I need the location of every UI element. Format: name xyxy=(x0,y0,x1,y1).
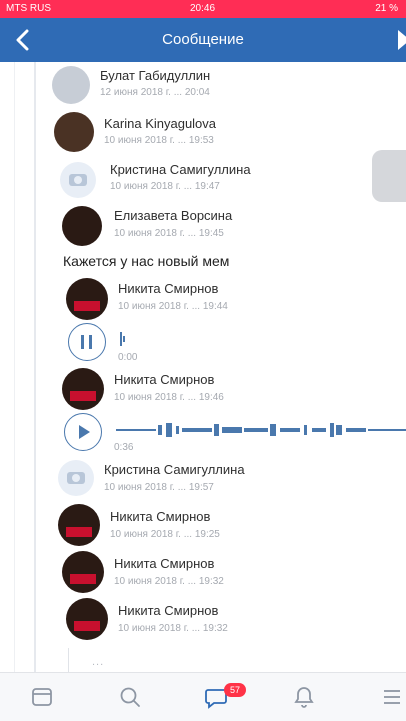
divider xyxy=(14,62,15,672)
message-list: Булат Габидуллин 12 июня 2018 г. ... 20:… xyxy=(0,62,406,672)
message-date: 10 июня 2018 г. ... 19:25 xyxy=(110,529,220,540)
camera-icon[interactable] xyxy=(58,460,94,496)
message-date: 10 июня 2018 г. ... 19:47 xyxy=(110,181,220,192)
avatar[interactable] xyxy=(66,278,108,320)
sender-name[interactable]: Кристина Самигуллина xyxy=(104,462,245,477)
waveform[interactable] xyxy=(120,332,122,346)
message-date: 10 июня 2018 г. ... 19:46 xyxy=(114,392,224,403)
news-icon[interactable] xyxy=(30,685,54,709)
tab-bar: 57 xyxy=(0,672,406,721)
preview-text: ... xyxy=(92,656,105,668)
menu-icon[interactable] xyxy=(380,685,404,709)
play-icon xyxy=(79,425,90,439)
search-icon[interactable] xyxy=(118,685,142,709)
avatar[interactable] xyxy=(62,206,102,246)
sender-name[interactable]: Никита Смирнов xyxy=(118,281,218,296)
sender-name[interactable]: Никита Смирнов xyxy=(114,372,214,387)
sender-name[interactable]: Булат Габидуллин xyxy=(100,68,210,83)
sender-name[interactable]: Никита Смирнов xyxy=(118,603,218,618)
avatar[interactable] xyxy=(54,112,94,152)
nav-bar: Сообщение xyxy=(0,18,406,62)
carrier-label: MTS RUS xyxy=(6,3,51,14)
back-button[interactable] xyxy=(4,20,40,60)
status-bar: MTS RUS 20:46 21 % xyxy=(0,0,406,18)
play-button[interactable] xyxy=(64,413,102,451)
divider xyxy=(68,648,69,672)
page-title: Сообщение xyxy=(162,31,244,48)
message-date: 10 июня 2018 г. ... 19:57 xyxy=(104,482,214,493)
camera-icon[interactable] xyxy=(60,162,96,198)
message-date: 12 июня 2018 г. ... 20:04 xyxy=(100,87,210,98)
message-date: 10 июня 2018 г. ... 19:53 xyxy=(104,135,214,146)
avatar[interactable] xyxy=(62,551,104,593)
divider xyxy=(34,62,36,672)
waveform[interactable] xyxy=(116,422,406,438)
sender-name[interactable]: Karina Kinyagulova xyxy=(104,116,216,131)
avatar[interactable] xyxy=(52,66,90,104)
avatar[interactable] xyxy=(58,504,100,546)
sender-name[interactable]: Никита Смирнов xyxy=(114,556,214,571)
pause-button[interactable] xyxy=(68,323,106,361)
message-date: 10 июня 2018 г. ... 19:32 xyxy=(118,623,228,634)
pause-icon xyxy=(89,335,92,349)
sender-name[interactable]: Елизавета Ворсина xyxy=(114,208,232,223)
notifications-icon[interactable] xyxy=(292,685,316,709)
audio-time: 0:36 xyxy=(114,442,134,453)
message-text: Кажется у нас новый мем xyxy=(63,253,230,269)
chevron-left-icon xyxy=(16,29,29,51)
battery-label: 21 % xyxy=(375,3,398,14)
avatar[interactable] xyxy=(66,598,108,640)
message-date: 10 июня 2018 г. ... 19:44 xyxy=(118,301,228,312)
assistive-touch-button[interactable] xyxy=(372,150,406,202)
avatar[interactable] xyxy=(62,368,104,410)
message-date: 10 июня 2018 г. ... 19:45 xyxy=(114,228,224,239)
forward-arrow-icon[interactable] xyxy=(398,30,406,50)
waveform[interactable] xyxy=(123,336,125,342)
pause-icon xyxy=(81,335,84,349)
sender-name[interactable]: Никита Смирнов xyxy=(110,509,210,524)
message-date: 10 июня 2018 г. ... 19:32 xyxy=(114,576,224,587)
clock: 20:46 xyxy=(190,3,216,14)
unread-badge: 57 xyxy=(224,683,246,697)
audio-time: 0:00 xyxy=(118,352,138,363)
sender-name[interactable]: Кристина Самигуллина xyxy=(110,162,251,177)
